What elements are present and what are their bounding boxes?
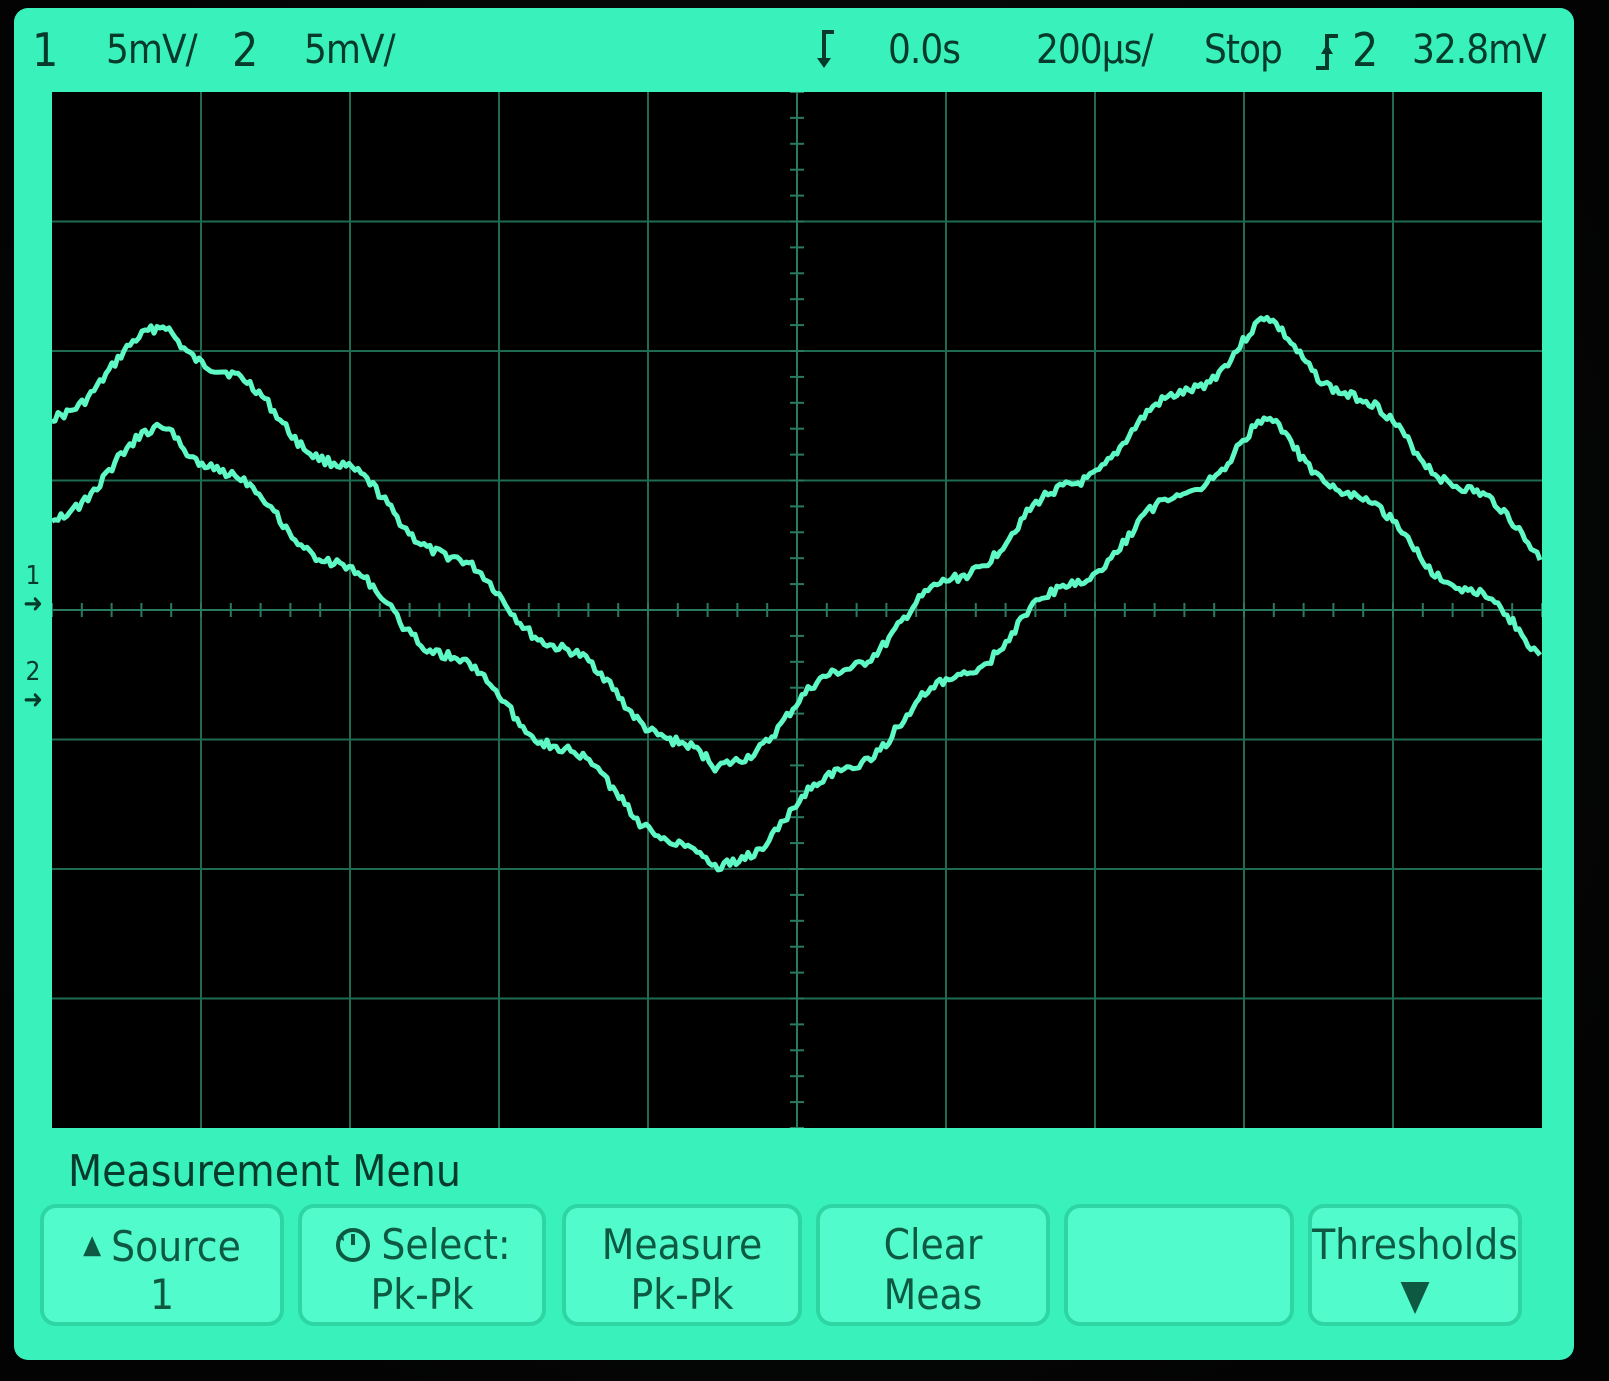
ground-arrow-icon: ➜ xyxy=(23,685,43,715)
ch2-ground-label: 2 xyxy=(25,657,41,687)
blank-softkey[interactable] xyxy=(1064,1204,1294,1326)
ground-marker-strip: 1 ➜ 2 ➜ xyxy=(14,92,52,1128)
graticule-grid xyxy=(52,92,1542,1128)
ch1-scale: 5mV/ xyxy=(106,27,198,73)
menu-title: Measurement Menu xyxy=(68,1146,461,1197)
rising-edge-icon xyxy=(1314,28,1340,88)
clear-meas-softkey[interactable]: Clear Meas xyxy=(816,1204,1050,1326)
run-state: Stop xyxy=(1204,27,1283,73)
select-softkey[interactable]: Select: Pk-Pk xyxy=(298,1204,546,1326)
softkey-value: Pk-Pk xyxy=(370,1270,474,1319)
up-arrow-icon: ▲ xyxy=(83,1230,102,1260)
source-softkey[interactable]: ▲ Source 1 xyxy=(40,1204,284,1326)
ch1-ground-marker: 1 ➜ xyxy=(20,562,46,618)
ground-arrow-icon: ➜ xyxy=(23,589,43,619)
ch2-scale: 5mV/ xyxy=(304,27,396,73)
softkey-label: Clear xyxy=(883,1220,983,1269)
softkey-value: Pk-Pk xyxy=(630,1270,734,1319)
status-bar: 1 5mV/ 2 5mV/ 0.0s 200µs/ Stop 2 32.8mV xyxy=(14,8,1574,90)
trigger-source: 2 xyxy=(1352,23,1378,77)
softkey-label: Measure xyxy=(601,1220,763,1269)
softkey-value: Meas xyxy=(883,1270,983,1319)
waveform-display xyxy=(52,92,1542,1128)
knob-icon xyxy=(333,1220,381,1270)
ch1-label: 1 xyxy=(32,23,58,77)
thresholds-softkey[interactable]: Thresholds ▼ xyxy=(1308,1204,1522,1326)
ch1-ground-label: 1 xyxy=(25,561,41,591)
measure-softkey[interactable]: Measure Pk-Pk xyxy=(562,1204,802,1326)
trigger-arrow-icon xyxy=(814,26,840,86)
softkey-label: Select: xyxy=(381,1220,511,1269)
delay-readout: 0.0s xyxy=(888,27,961,73)
oscilloscope-bezel: 1 5mV/ 2 5mV/ 0.0s 200µs/ Stop 2 32.8mV xyxy=(0,0,1609,1381)
trigger-level: 32.8mV xyxy=(1412,27,1547,73)
softkey-value: 1 xyxy=(149,1270,175,1319)
down-arrow-icon: ▼ xyxy=(1400,1270,1430,1319)
softkey-label: Thresholds xyxy=(1312,1220,1518,1269)
softkey-label: Source xyxy=(111,1222,241,1271)
waveform-graticule xyxy=(52,92,1542,1128)
oscilloscope-screen: 1 5mV/ 2 5mV/ 0.0s 200µs/ Stop 2 32.8mV xyxy=(14,8,1574,1360)
ch2-label: 2 xyxy=(232,23,258,77)
ch2-ground-marker: 2 ➜ xyxy=(20,658,46,714)
timebase-readout: 200µs/ xyxy=(1036,27,1153,73)
